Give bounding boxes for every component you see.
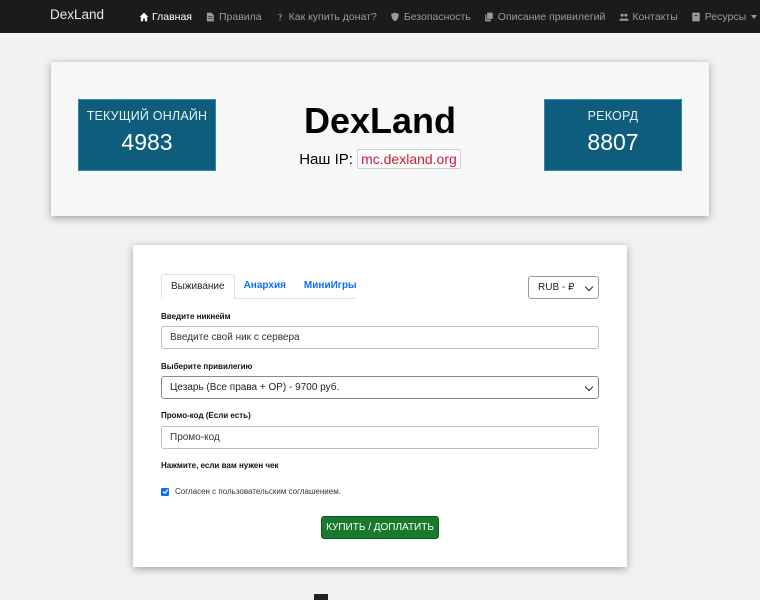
nav-menu: Главная Правила Как купить донат? Безопа…	[138, 0, 760, 33]
privilege-label: Выберите привилегию	[161, 362, 253, 371]
nav-item-contacts[interactable]: Контакты	[618, 10, 678, 23]
agreement-row: Согласен с пользовательским соглашением.	[161, 487, 341, 496]
chevron-down-icon	[751, 14, 758, 19]
promo-code-input[interactable]: Промо-код	[161, 426, 599, 449]
promo-placeholder: Промо-код	[170, 432, 220, 443]
ip-address[interactable]: mc.dexland.org	[357, 149, 461, 169]
archive-icon	[691, 11, 702, 22]
chevron-down-icon	[584, 282, 594, 292]
record-label: РЕКОРД	[587, 109, 639, 123]
tab-anarchy[interactable]: Анархия	[235, 274, 295, 298]
nickname-label: Введите никнейм	[161, 312, 231, 321]
section-title-fragment	[314, 594, 328, 600]
chevron-down-icon	[584, 382, 594, 392]
buy-button[interactable]: КУПИТЬ / ДОПЛАТИТЬ	[321, 516, 439, 539]
nav-item-label: Как купить донат?	[288, 10, 377, 23]
currency-select[interactable]: RUB - ₽	[528, 276, 599, 299]
ip-label: Наш IP:	[299, 151, 353, 168]
server-info-panel: ТЕКУЩИЙ ОНЛАЙН 4983 DexLand Наш IP: mc.d…	[51, 62, 709, 216]
nav-item-security[interactable]: Безопасность	[390, 11, 471, 23]
shield-icon	[390, 11, 401, 22]
nickname-input[interactable]: Введите свой ник с сервера	[161, 326, 599, 349]
server-mode-tabs: Выживание Анархия МиниИгры	[161, 274, 357, 299]
privilege-select[interactable]: Цезарь (Все права + OP) - 9700 руб.	[161, 376, 599, 399]
nav-item-home[interactable]: Главная	[138, 11, 192, 23]
check-icon	[162, 489, 168, 495]
nav-item-resources-dropdown[interactable]: Ресурсы	[691, 10, 758, 23]
navbar-brand[interactable]: DexLand	[50, 7, 104, 22]
file-icon	[205, 11, 216, 22]
record-value: 8807	[587, 129, 639, 155]
copy-icon	[484, 11, 495, 22]
privilege-selected: Цезарь (Все права + OP) - 9700 руб.	[170, 382, 340, 393]
nickname-placeholder: Введите свой ник с сервера	[170, 332, 300, 343]
nav-item-label: Ресурсы	[704, 10, 747, 23]
nav-item-privileges[interactable]: Описание привилегий	[484, 10, 606, 23]
tab-minigames[interactable]: МиниИгры	[295, 274, 366, 298]
receipt-toggle-label[interactable]: Нажмите, если вам нужен чек	[161, 461, 279, 470]
nav-item-label: Безопасность	[403, 10, 471, 23]
currency-value: RUB - ₽	[538, 282, 575, 293]
question-icon	[275, 11, 286, 22]
nav-item-how-to-buy[interactable]: Как купить донат?	[275, 11, 377, 23]
users-icon	[618, 11, 629, 22]
purchase-form-card: Выживание Анархия МиниИгры RUB - ₽ Введи…	[133, 245, 627, 567]
agreement-checkbox[interactable]	[161, 487, 169, 496]
top-navbar: DexLand Главная Правила Как купить донат…	[0, 0, 760, 33]
nav-item-label: Главная	[152, 10, 192, 23]
nav-item-label: Описание привилегий	[497, 10, 606, 23]
nav-item-label: Правила	[218, 10, 262, 23]
home-icon	[138, 11, 149, 22]
record-stat-box: РЕКОРД 8807	[544, 99, 682, 171]
nav-item-label: Контакты	[632, 10, 678, 23]
agreement-label: Согласен с пользовательским соглашением.	[175, 487, 341, 496]
tab-survival[interactable]: Выживание	[161, 274, 235, 299]
nav-item-rules[interactable]: Правила	[205, 11, 262, 23]
promo-label: Промо-код (Если есть)	[161, 411, 251, 420]
